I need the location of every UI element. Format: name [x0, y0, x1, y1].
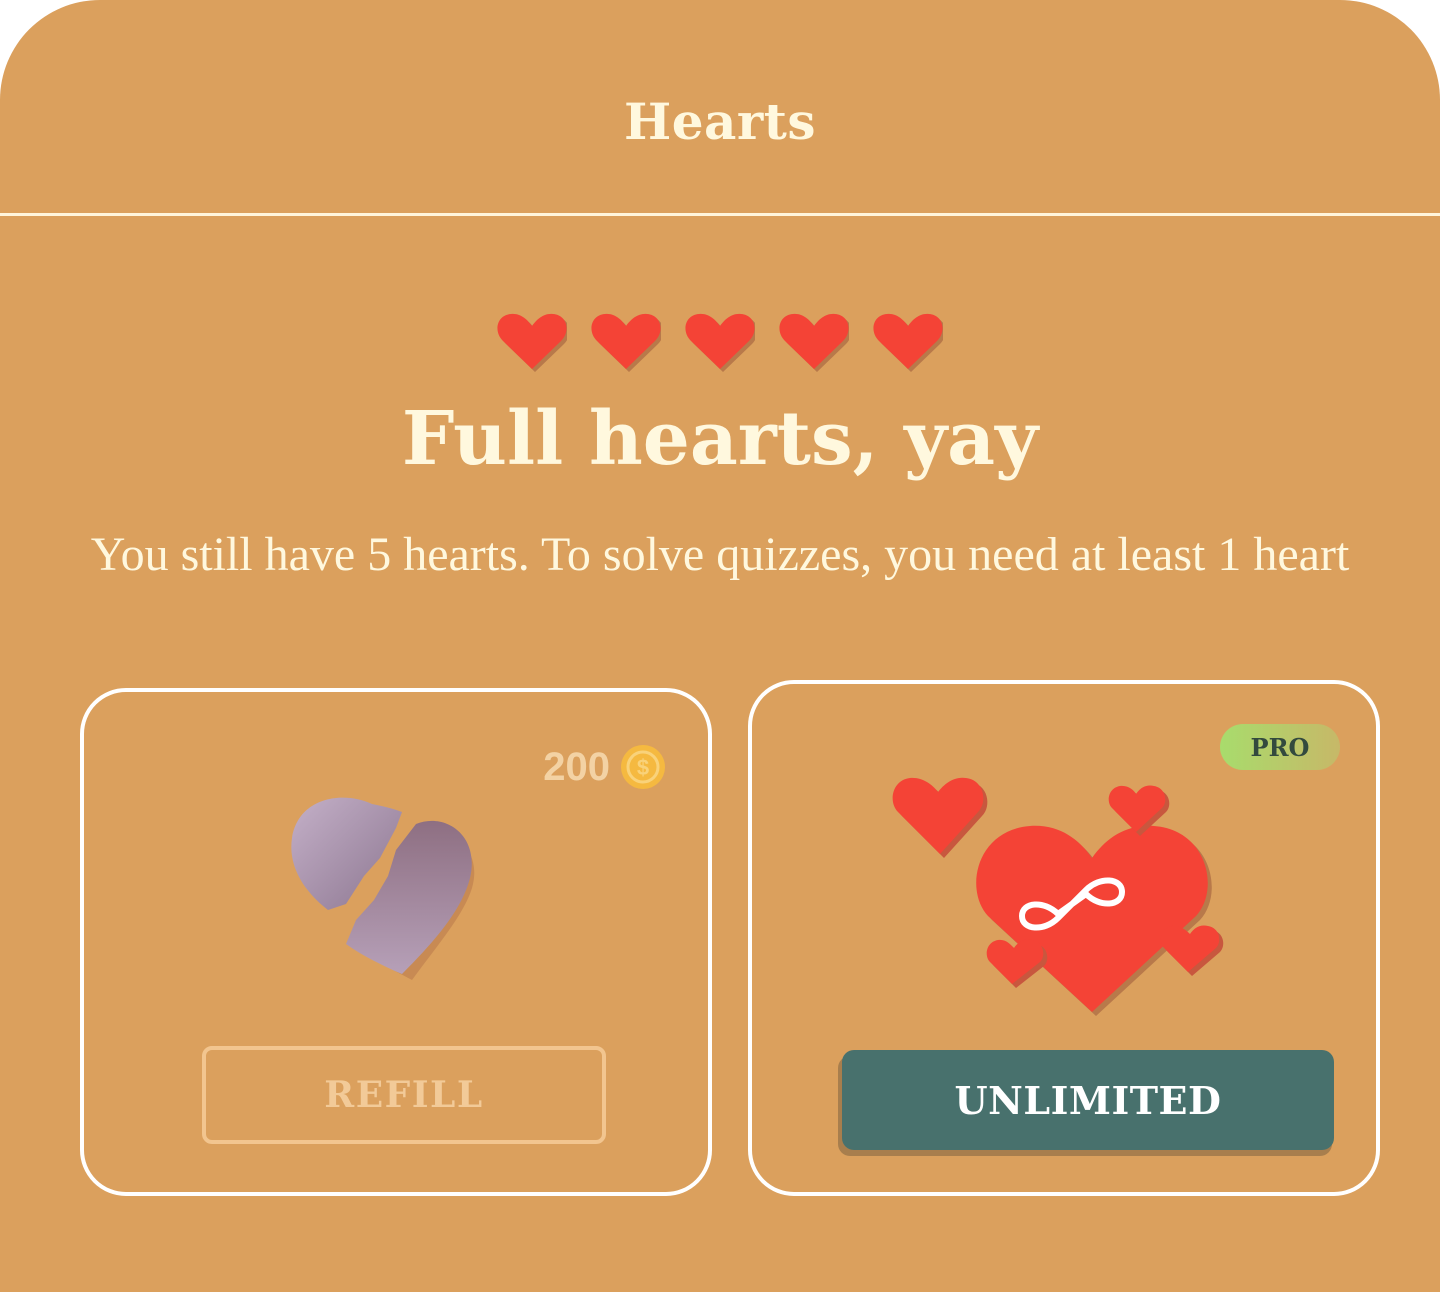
- refill-price: 200 $: [543, 744, 666, 790]
- heart-icon: [591, 313, 661, 372]
- heart-icon: [497, 313, 567, 372]
- heart-icon: [873, 313, 943, 372]
- coin-icon: $: [621, 745, 665, 789]
- unlimited-card[interactable]: PRO UNLIMITED: [748, 680, 1380, 1196]
- infinite-hearts-icon: [892, 777, 1224, 1016]
- pro-badge: PRO: [1220, 724, 1340, 770]
- unlimited-button[interactable]: UNLIMITED: [842, 1050, 1334, 1150]
- price-value: 200: [543, 744, 610, 789]
- svg-text:$: $: [637, 755, 649, 780]
- sheet-header: Hearts: [0, 0, 1440, 216]
- status-headline: Full hearts, yay: [401, 396, 1039, 482]
- heart-icon: [685, 313, 755, 372]
- hearts-indicator: [0, 312, 1440, 374]
- heart-icon: [779, 313, 849, 372]
- refill-card[interactable]: 200 $ REFILL: [80, 688, 712, 1196]
- page-title: Hearts: [623, 92, 817, 151]
- refill-button[interactable]: REFILL: [202, 1046, 606, 1144]
- hearts-sheet: Hearts Full hearts, yay You still have 5…: [0, 0, 1440, 1292]
- broken-heart-icon: [291, 797, 475, 980]
- status-message: You still have 5 hearts. To solve quizze…: [90, 528, 1350, 581]
